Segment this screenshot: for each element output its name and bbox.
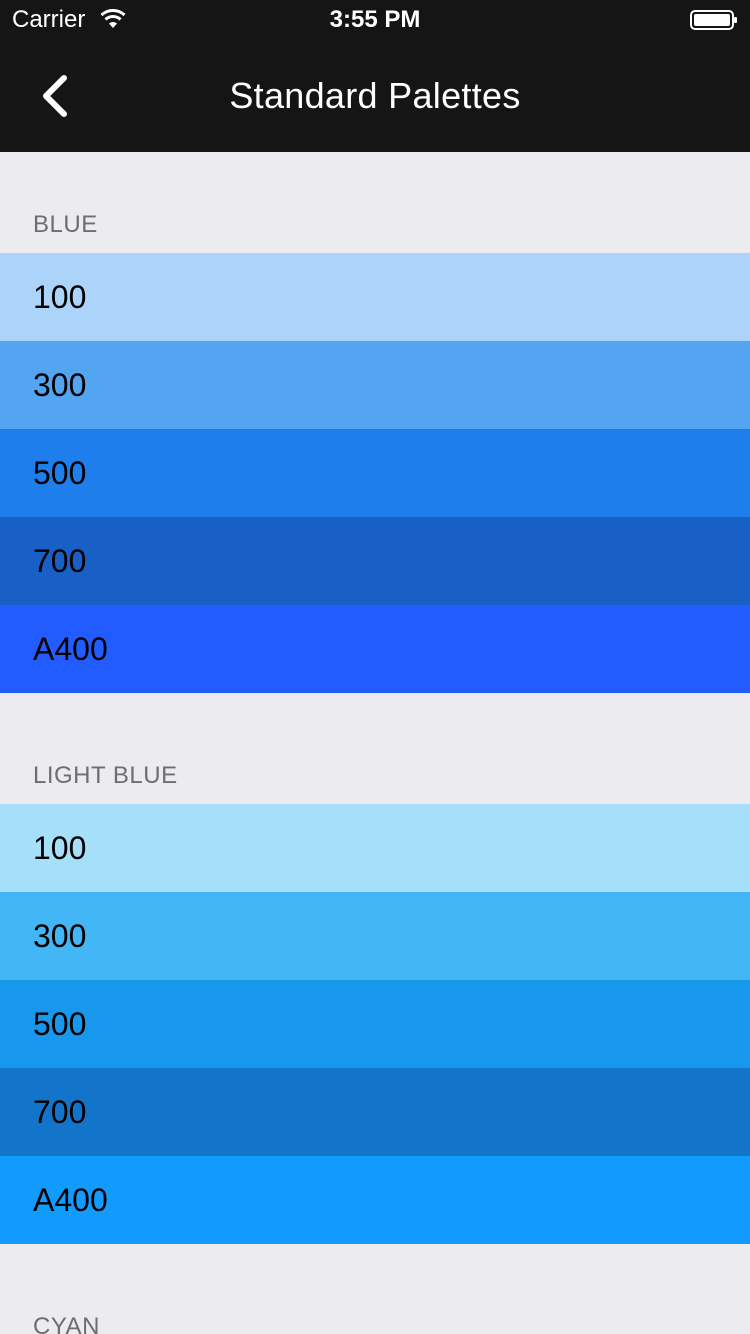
palette-section-blue: BLUE 100 300 500 700 A400 [0,152,750,693]
swatch-row[interactable]: 300 [0,892,750,980]
swatch-row[interactable]: 100 [0,804,750,892]
swatch-label: 500 [33,455,87,491]
swatch-row[interactable]: 700 [0,1068,750,1156]
status-time: 3:55 PM [329,6,421,33]
swatch-label: 300 [33,367,87,403]
swatch-label: 100 [33,830,87,866]
section-header: BLUE [0,152,750,253]
swatch-label: 500 [33,1006,87,1042]
swatch-row[interactable]: 300 [0,341,750,429]
swatch-row[interactable]: A400 [0,605,750,693]
page-title: Standard Palettes [229,75,521,116]
swatch-row[interactable]: 500 [0,980,750,1068]
swatch-label: A400 [33,631,108,667]
palette-section-light-blue: LIGHT BLUE 100 300 500 700 A400 [0,693,750,1244]
section-header: CYAN [0,1244,750,1334]
swatch-label: 700 [33,543,87,579]
battery-icon [690,10,737,30]
section-header: LIGHT BLUE [0,693,750,804]
swatch-label: A400 [33,1182,108,1218]
status-bar: Carrier 3:55 PM [0,0,750,40]
palette-list[interactable]: BLUE 100 300 500 700 A400 LIGHT BLUE 100… [0,152,750,1334]
section-header-label: CYAN [33,1313,100,1334]
swatch-row[interactable]: 500 [0,429,750,517]
section-header-label: BLUE [33,211,98,238]
palette-section-cyan: CYAN [0,1244,750,1334]
swatch-label: 100 [33,279,87,315]
swatch-row[interactable]: A400 [0,1156,750,1244]
navigation-bar: Standard Palettes [0,40,750,152]
swatch-label: 700 [33,1094,87,1130]
swatch-label: 300 [33,918,87,954]
section-header-label: LIGHT BLUE [33,762,178,789]
swatch-row[interactable]: 100 [0,253,750,341]
swatch-row[interactable]: 700 [0,517,750,605]
